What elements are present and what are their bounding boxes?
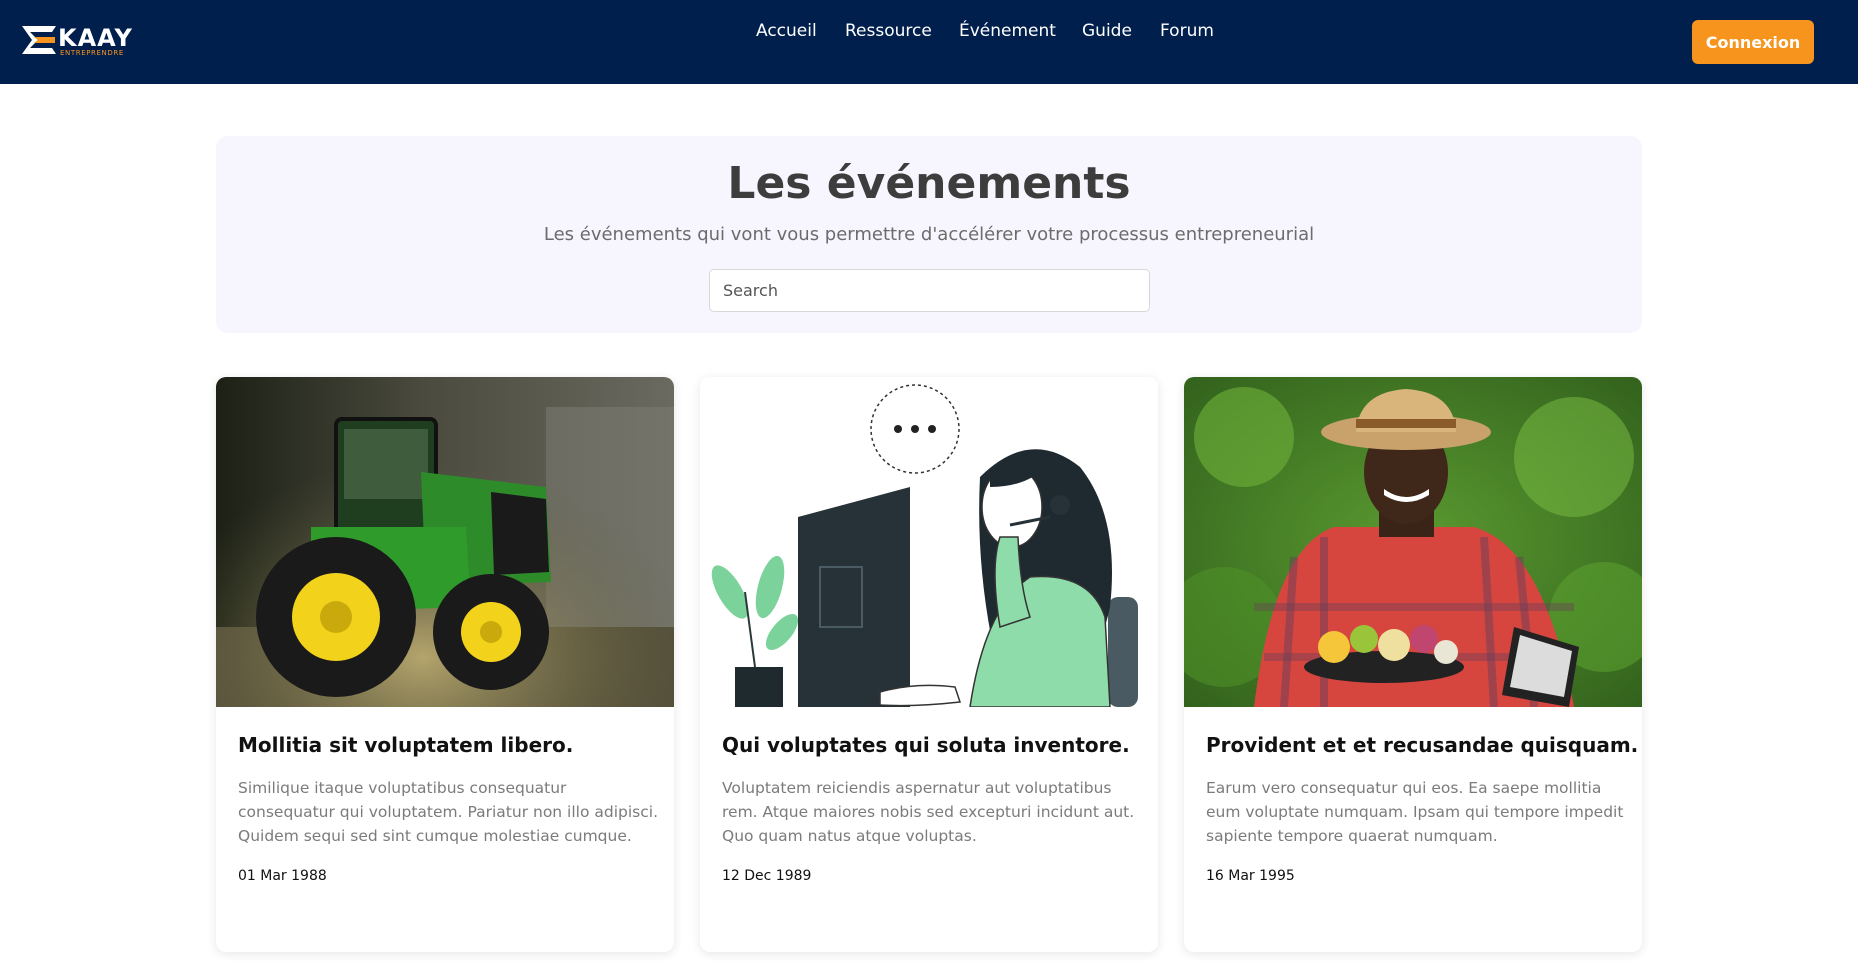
event-description: Similique itaque voluptatibus consequatu… (238, 779, 658, 845)
green-tractor-photo (216, 377, 674, 707)
event-title[interactable]: Provident et et recusandae quisquam. (1206, 733, 1638, 757)
login-button[interactable]: Connexion (1692, 20, 1814, 64)
event-title[interactable]: Mollitia sit voluptatem libero. (238, 733, 658, 757)
top-navbar: KAAY ENTREPRENDRE Accueil Ressource Évén… (0, 0, 1858, 84)
event-description: Earum vero consequatur qui eos. Ea saepe… (1206, 779, 1624, 845)
page-title: Les événements (727, 158, 1131, 209)
search-input[interactable] (709, 269, 1150, 312)
nav-item-guide[interactable]: Guide (1082, 21, 1132, 41)
main-nav: Accueil Ressource Événement Guide Forum (0, 21, 1858, 45)
event-date: 01 Mar 1988 (238, 868, 327, 884)
farmer-with-vegetables-photo (1184, 377, 1642, 707)
logo-tagline: ENTREPRENDRE (60, 49, 124, 57)
nav-item-forum[interactable]: Forum (1160, 21, 1214, 41)
event-description: Voluptatem reiciendis aspernatur aut vol… (722, 779, 1135, 845)
event-card[interactable]: Mollitia sit voluptatem libero. Similiqu… (216, 377, 674, 952)
event-card[interactable]: Provident et et recusandae quisquam. Ear… (1184, 377, 1642, 952)
event-card[interactable]: Qui voluptates qui soluta inventore. Vol… (700, 377, 1158, 952)
page-subtitle: Les événements qui vont vous permettre d… (543, 224, 1315, 245)
event-title[interactable]: Qui voluptates qui soluta inventore. (722, 733, 1142, 757)
nav-item-accueil[interactable]: Accueil (756, 21, 817, 41)
events-hero: Les événements Les événements qui vont v… (216, 136, 1642, 333)
nav-item-evenement[interactable]: Événement (959, 21, 1056, 41)
nav-item-ressource[interactable]: Ressource (845, 21, 932, 41)
event-date: 16 Mar 1995 (1206, 868, 1295, 884)
event-date: 12 Dec 1989 (722, 868, 812, 884)
support-agent-illustration (700, 377, 1158, 707)
